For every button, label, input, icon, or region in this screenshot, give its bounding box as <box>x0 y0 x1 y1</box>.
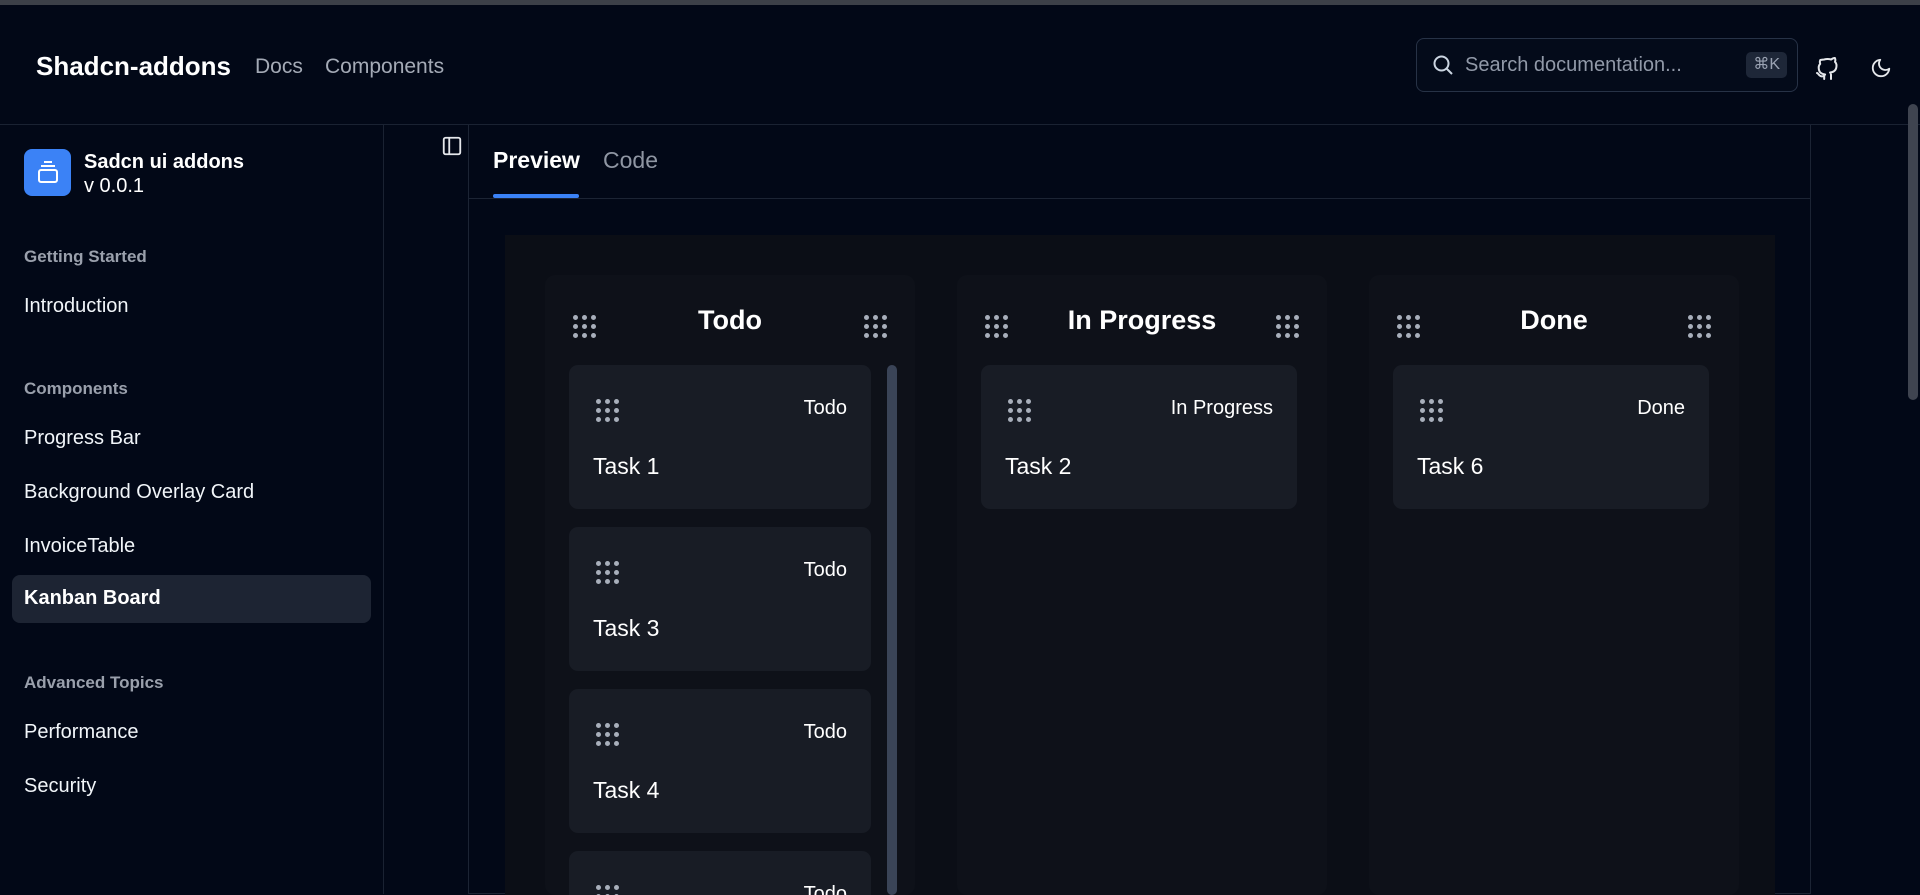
card-drag-handle-icon[interactable] <box>596 723 619 746</box>
tab-code[interactable]: Code <box>603 147 658 174</box>
top-header: Shadcn-addons Docs Components Search doc… <box>0 5 1920 125</box>
layers-icon <box>38 161 58 183</box>
column-drag-handle-icon[interactable] <box>1276 315 1299 338</box>
group-label-advanced-topics: Advanced Topics <box>24 673 164 692</box>
kanban-card[interactable]: Todo Task 4 <box>569 689 871 833</box>
column-title: In Progress <box>1067 305 1217 335</box>
sidebar-item-performance[interactable]: Performance <box>24 721 139 744</box>
sidebar-item-security[interactable]: Security <box>24 775 96 798</box>
card-status: Todo <box>803 559 847 581</box>
card-status: Done <box>1637 397 1685 419</box>
search-shortcut-badge: ⌘K <box>1746 52 1787 78</box>
kanban-column-in-progress: In Progress In Progress Task 2 <box>957 275 1327 895</box>
sidebar: Sadcn ui addons v 0.0.1 Getting Started … <box>0 125 384 894</box>
nav-docs[interactable]: Docs <box>255 55 303 79</box>
card-status: Todo <box>803 721 847 743</box>
active-tab-indicator <box>493 194 579 198</box>
card-status: Todo <box>803 883 847 895</box>
brand-logo[interactable]: Shadcn-addons <box>36 51 231 82</box>
card-title: Task 1 <box>593 453 660 479</box>
sidebar-item-invoicetable[interactable]: InvoiceTable <box>24 535 135 558</box>
search-icon <box>1431 53 1455 82</box>
app-logo[interactable] <box>24 149 71 196</box>
component-preview-panel: Preview Code Todo Todo Task 1 Todo Task … <box>468 125 1811 895</box>
group-label-getting-started: Getting Started <box>24 247 147 266</box>
sidebar-item-progress-bar[interactable]: Progress Bar <box>24 427 141 450</box>
search-placeholder: Search documentation... <box>1465 54 1682 76</box>
card-drag-handle-icon[interactable] <box>596 399 619 422</box>
column-drag-handle-icon[interactable] <box>864 315 887 338</box>
kanban-card[interactable]: In Progress Task 2 <box>981 365 1297 509</box>
card-drag-handle-icon[interactable] <box>596 561 619 584</box>
card-title: Task 4 <box>593 777 660 803</box>
card-drag-handle-icon[interactable] <box>1420 399 1443 422</box>
kanban-board: Todo Todo Task 1 Todo Task 3 Todo Task 4… <box>505 235 1775 895</box>
kanban-column-done: Done Done Task 6 <box>1369 275 1739 895</box>
nav-components[interactable]: Components <box>325 55 444 79</box>
app-version: v 0.0.1 <box>84 175 145 197</box>
kanban-card[interactable]: Todo Task 1 <box>569 365 871 509</box>
card-title: Task 3 <box>593 615 660 641</box>
tab-preview[interactable]: Preview <box>493 147 580 174</box>
sidebar-item-label: Kanban Board <box>24 587 161 609</box>
card-title: Task 6 <box>1417 453 1484 479</box>
column-scrollbar[interactable] <box>887 365 897 895</box>
page-scrollbar[interactable] <box>1908 104 1918 400</box>
tabs-bar: Preview Code <box>469 125 1810 199</box>
moon-icon[interactable] <box>1870 57 1892 84</box>
card-drag-handle-icon[interactable] <box>1008 399 1031 422</box>
column-title: Done <box>1520 305 1588 335</box>
sidebar-item-introduction[interactable]: Introduction <box>24 295 129 318</box>
kanban-card[interactable]: Todo Task 3 <box>569 527 871 671</box>
search-input[interactable]: Search documentation... ⌘K <box>1416 38 1798 92</box>
github-icon[interactable] <box>1815 56 1839 86</box>
sidebar-toggle-icon[interactable] <box>441 135 463 162</box>
sidebar-item-background-overlay-card[interactable]: Background Overlay Card <box>24 481 254 504</box>
card-status: Todo <box>803 397 847 419</box>
kanban-card[interactable]: Done Task 6 <box>1393 365 1709 509</box>
sidebar-item-kanban-board[interactable]: Kanban Board <box>12 575 371 623</box>
group-label-components: Components <box>24 379 128 398</box>
card-status: In Progress <box>1170 397 1273 419</box>
app-name: Sadcn ui addons <box>84 151 245 173</box>
card-title: Task 2 <box>1005 453 1072 479</box>
kanban-card[interactable]: Todo <box>569 851 871 895</box>
column-drag-handle-icon[interactable] <box>1688 315 1711 338</box>
kanban-column-todo: Todo Todo Task 1 Todo Task 3 Todo Task 4… <box>545 275 915 895</box>
column-title: Todo <box>698 305 762 335</box>
